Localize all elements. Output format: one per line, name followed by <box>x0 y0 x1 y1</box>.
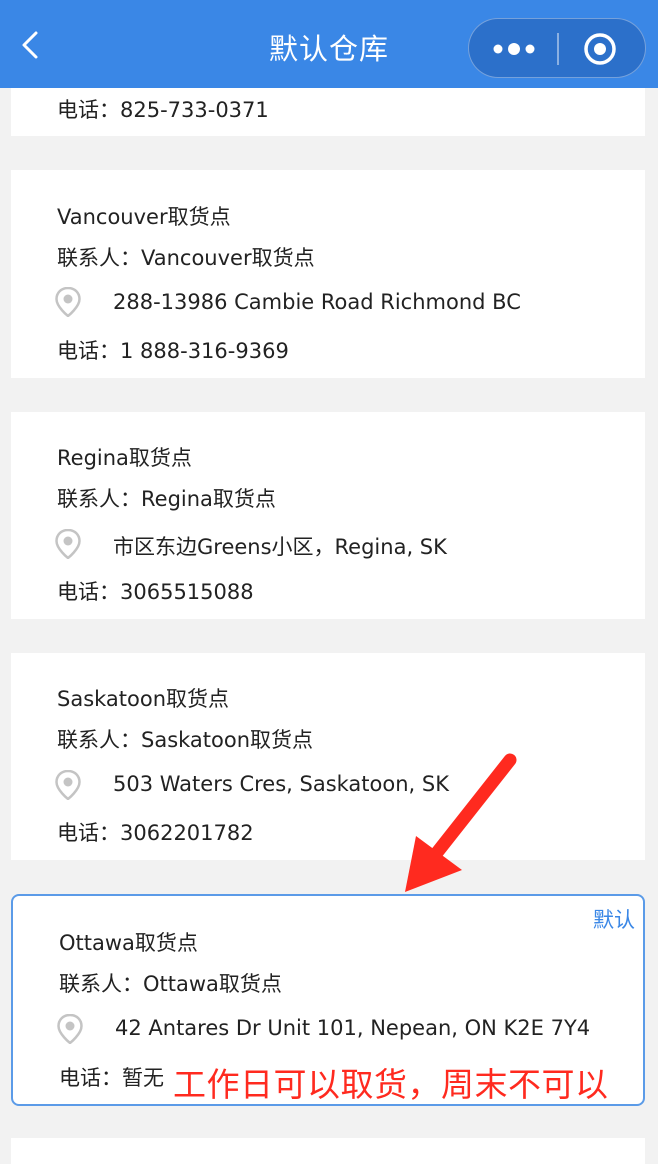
warehouse-contact: 联系人：Regina取货点 <box>57 487 276 511</box>
warehouse-phone: 电话：825-733-0371 <box>57 98 269 122</box>
warehouse-address: 288-13986 Cambie Road Richmond BC <box>113 290 521 314</box>
warehouse-name: Saskatoon取货点 <box>57 687 230 711</box>
warehouse-contact: 联系人：Saskatoon取货点 <box>57 728 314 752</box>
warehouse-contact: 联系人：Vancouver取货点 <box>57 246 315 270</box>
annotation-note: 工作日可以取货，周末不可以 <box>173 1065 609 1104</box>
default-badge: 默认 <box>593 908 635 932</box>
warehouse-phone: 电话：3062201782 <box>57 821 254 845</box>
warehouse-name: Ottawa取货点 <box>59 931 198 955</box>
nav-bar: 默认仓库 <box>0 0 658 88</box>
close-miniapp-icon[interactable] <box>583 32 617 66</box>
location-pin-icon <box>57 1014 83 1044</box>
warehouse-card[interactable]: Regina取货点 联系人：Regina取货点 市区东边Greens小区，Reg… <box>11 412 645 619</box>
more-icon[interactable] <box>491 35 537 63</box>
warehouse-name: Regina取货点 <box>57 446 192 470</box>
warehouse-phone: 电话：1 888-316-9369 <box>57 339 289 363</box>
location-pin-icon <box>55 529 81 559</box>
warehouse-card[interactable]: Saskatoon取货点 联系人：Saskatoon取货点 503 Waters… <box>11 653 645 860</box>
warehouse-phone: 电话：3065515088 <box>57 580 254 604</box>
warehouse-card-partial[interactable] <box>11 1138 645 1164</box>
warehouse-address: 42 Antares Dr Unit 101, Nepean, ON K2E 7… <box>115 1016 591 1040</box>
warehouse-name: Vancouver取货点 <box>57 205 231 229</box>
warehouse-contact: 联系人：Ottawa取货点 <box>59 972 282 996</box>
warehouse-card-partial[interactable]: 电话：825-733-0371 <box>11 88 645 136</box>
warehouse-phone: 电话：暂无 <box>59 1066 164 1090</box>
miniapp-capsule <box>468 18 646 78</box>
location-pin-icon <box>55 287 81 317</box>
capsule-divider <box>557 33 559 65</box>
warehouse-address: 市区东边Greens小区，Regina, SK <box>113 535 447 559</box>
location-pin-icon <box>55 770 81 800</box>
annotation-arrow-icon <box>405 753 517 892</box>
warehouse-card[interactable]: Vancouver取货点 联系人：Vancouver取货点 288-13986 … <box>11 170 645 378</box>
